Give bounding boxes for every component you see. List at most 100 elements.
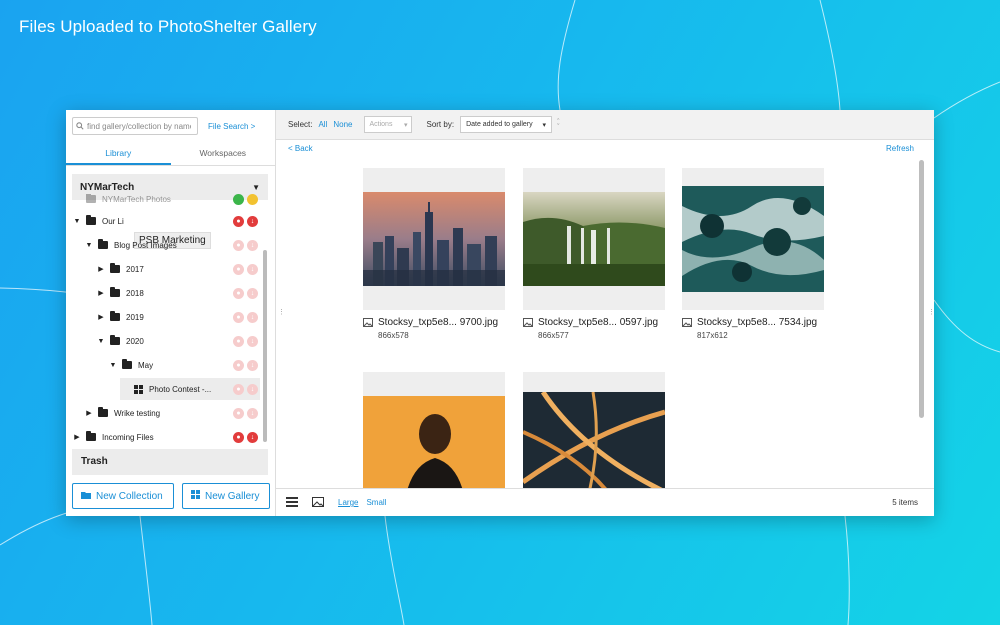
- row-actions: [233, 194, 258, 205]
- sort-order-icon[interactable]: ˆˇ: [557, 119, 559, 131]
- visible-icon[interactable]: [233, 194, 244, 205]
- file-card[interactable]: Stocksy_txp5e8... 0597.jpg 866x577: [523, 168, 665, 340]
- file-thumbnail[interactable]: [363, 168, 505, 310]
- file-card[interactable]: Stocksy_txp5e8... 7534.jpg 817x612: [682, 168, 824, 340]
- panel-resize-handle[interactable]: ⋮: [928, 308, 935, 316]
- download-icon[interactable]: ↓: [247, 239, 258, 251]
- gallery-grid-icon: [134, 384, 143, 394]
- eye-icon[interactable]: ●: [233, 311, 244, 323]
- gallery-search-field[interactable]: [72, 117, 198, 135]
- file-thumbnail[interactable]: [523, 372, 665, 488]
- eye-icon[interactable]: ●: [233, 335, 244, 347]
- tab-library[interactable]: Library: [66, 144, 171, 165]
- row-actions: ● ↓: [233, 263, 258, 275]
- panel-resize-handle[interactable]: ⋮: [278, 308, 285, 316]
- tree-item[interactable]: ▼ Blog Post Images ● ↓: [84, 234, 260, 256]
- expand-arrow-icon[interactable]: ▶: [84, 409, 94, 417]
- select-all-link[interactable]: All: [318, 120, 327, 129]
- list-view-icon[interactable]: [286, 496, 298, 509]
- tree-item-selected-gallery[interactable]: Photo Contest -... ● ↓: [120, 378, 260, 400]
- file-dimensions: 866x577: [538, 331, 569, 340]
- app-window: File Search > Library Workspaces NYMarTe…: [66, 110, 935, 516]
- thumbnail-view-icon[interactable]: [312, 496, 324, 509]
- download-icon[interactable]: ↓: [247, 311, 258, 323]
- tab-workspaces[interactable]: Workspaces: [171, 144, 276, 165]
- eye-icon[interactable]: ●: [233, 239, 244, 251]
- file-card[interactable]: [363, 372, 505, 488]
- sort-dropdown[interactable]: Date added to gallery ▾: [460, 116, 553, 133]
- tree-item-label: May: [138, 360, 154, 370]
- eye-icon[interactable]: ●: [233, 215, 244, 227]
- tree-item[interactable]: NYMarTech Photos: [72, 194, 260, 210]
- expand-arrow-icon[interactable]: ▶: [96, 313, 106, 321]
- eye-icon[interactable]: ●: [233, 383, 244, 395]
- row-actions: ● ↓: [233, 287, 258, 299]
- row-actions: ● ↓: [233, 335, 258, 347]
- waterfall-image: [523, 192, 665, 286]
- library-tree: NYMarTech Photos ▼ Our Li ● ↓ PSB Marketi…: [72, 194, 268, 446]
- expand-arrow-icon[interactable]: ▼: [72, 218, 82, 225]
- eye-icon[interactable]: ●: [233, 263, 244, 275]
- row-actions: ● ↓: [233, 239, 258, 251]
- download-icon[interactable]: ↓: [247, 215, 258, 227]
- expand-arrow-icon[interactable]: ▼: [96, 338, 106, 345]
- row-actions: ● ↓: [233, 215, 258, 227]
- size-small-link[interactable]: Small: [366, 498, 386, 507]
- expand-arrow-icon[interactable]: ▼: [84, 242, 94, 249]
- file-thumbnail[interactable]: [523, 168, 665, 310]
- tree-item[interactable]: ▶ Incoming Files ● ↓: [72, 426, 260, 446]
- tree-item[interactable]: ▼ 2020 ● ↓: [96, 330, 260, 352]
- sidebar-scrollbar[interactable]: [263, 250, 267, 442]
- download-icon[interactable]: ↓: [247, 383, 258, 395]
- gallery-footer: Large Small 5 items: [276, 488, 934, 516]
- file-search-link[interactable]: File Search >: [208, 122, 255, 131]
- download-icon[interactable]: ↓: [247, 431, 258, 443]
- lock-icon[interactable]: [247, 194, 258, 205]
- download-icon[interactable]: ↓: [247, 359, 258, 371]
- caret-down-icon[interactable]: ▼: [252, 183, 260, 192]
- sort-label: Sort by:: [426, 120, 455, 129]
- eye-icon[interactable]: ●: [233, 431, 244, 443]
- expand-arrow-icon[interactable]: ▶: [96, 289, 106, 297]
- file-name: Stocksy_txp5e8... 0597.jpg: [538, 317, 659, 328]
- gallery-search-input[interactable]: [87, 121, 191, 131]
- download-icon[interactable]: ↓: [247, 335, 258, 347]
- expand-arrow-icon[interactable]: ▼: [108, 362, 118, 369]
- city-skyline-image: [363, 192, 505, 286]
- new-collection-button[interactable]: New Collection: [72, 483, 174, 509]
- download-icon[interactable]: ↓: [247, 287, 258, 299]
- file-card[interactable]: Stocksy_txp5e8... 9700.jpg 866x578: [363, 168, 505, 340]
- size-large-link[interactable]: Large: [338, 498, 358, 507]
- file-name-row: Stocksy_txp5e8... 9700.jpg: [363, 317, 505, 328]
- tree-item[interactable]: ▶ 2019 ● ↓: [96, 306, 260, 328]
- trash-item[interactable]: Trash: [72, 449, 268, 475]
- tree-item-label: NYMarTech Photos: [102, 194, 171, 204]
- folder-icon: [110, 335, 120, 345]
- folder-icon: [110, 311, 120, 321]
- actions-dropdown[interactable]: Actions ▾: [364, 116, 413, 133]
- download-icon[interactable]: ↓: [247, 407, 258, 419]
- eye-icon[interactable]: ●: [233, 407, 244, 419]
- tree-item-label: 2020: [126, 336, 144, 346]
- download-icon[interactable]: ↓: [247, 263, 258, 275]
- eye-icon[interactable]: ●: [233, 359, 244, 371]
- gallery-scrollbar[interactable]: [919, 160, 924, 418]
- thumbnail-grid: Stocksy_txp5e8... 9700.jpg 866x578 Stock…: [276, 140, 934, 488]
- tree-item[interactable]: ▶ Wrike testing ● ↓: [84, 402, 260, 424]
- new-gallery-button[interactable]: New Gallery: [182, 483, 270, 509]
- tree-item[interactable]: ▼ May ● ↓: [108, 354, 260, 376]
- file-thumbnail[interactable]: [682, 168, 824, 310]
- expand-arrow-icon[interactable]: ▶: [72, 433, 82, 441]
- tree-item[interactable]: ▶ 2017 ● ↓: [96, 258, 260, 280]
- eye-icon[interactable]: ●: [233, 287, 244, 299]
- select-none-link[interactable]: None: [333, 120, 352, 129]
- highway-interchange-image: [523, 392, 665, 488]
- sidebar-tabs: Library Workspaces: [66, 144, 275, 166]
- folder-icon: [110, 287, 120, 297]
- tree-item[interactable]: ▼ Our Li ● ↓: [72, 210, 260, 232]
- tree-item[interactable]: ▶ 2018 ● ↓: [96, 282, 260, 304]
- folder-icon: [86, 431, 96, 441]
- expand-arrow-icon[interactable]: ▶: [96, 265, 106, 273]
- file-thumbnail[interactable]: [363, 372, 505, 488]
- file-card[interactable]: [523, 372, 665, 488]
